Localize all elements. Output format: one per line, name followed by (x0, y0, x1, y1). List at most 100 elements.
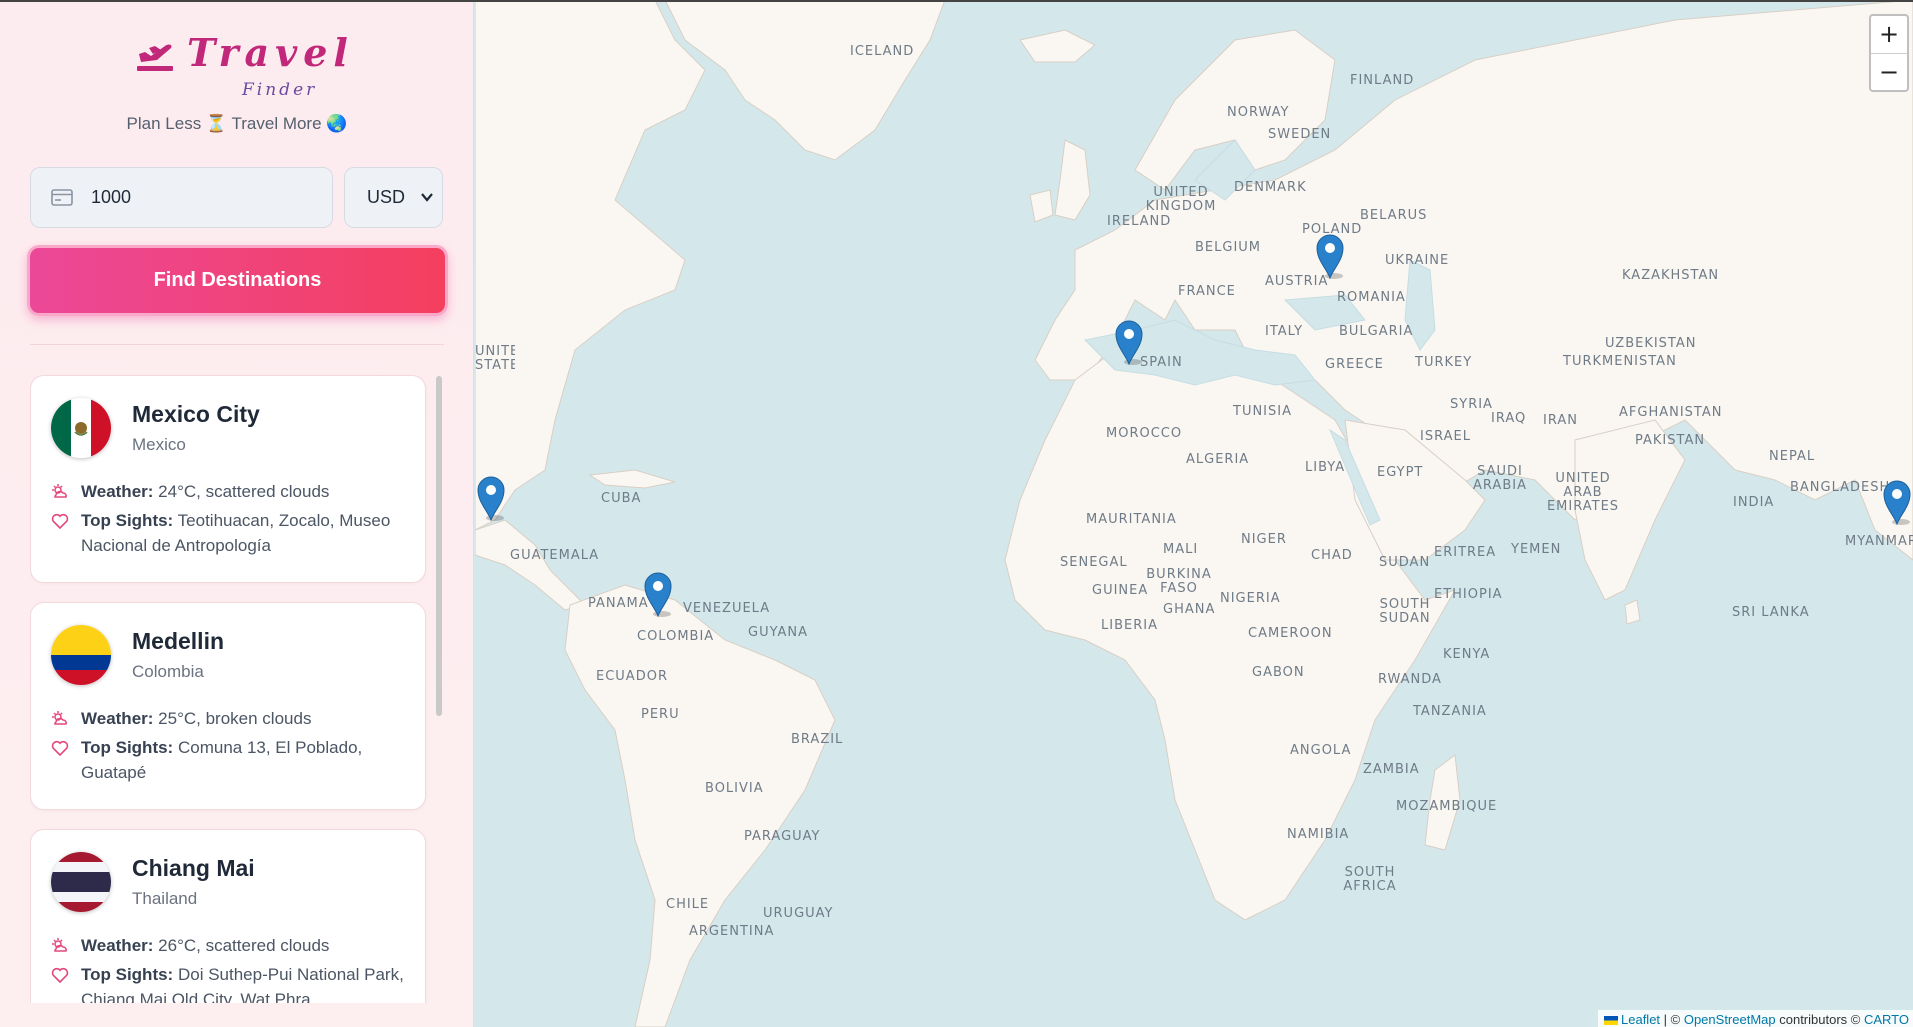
weather-icon (52, 711, 67, 725)
logo-title: Travel (187, 30, 354, 75)
carto-link[interactable]: CARTO (1864, 1012, 1909, 1027)
map-label-united-states: UNITED STATES (475, 345, 515, 373)
sights-row: Top Sights: Doi Suthep-Pui National Park… (51, 962, 411, 1003)
currency-select[interactable]: USD (344, 167, 443, 228)
map-label-bolivia: BOLIVIA (705, 781, 764, 796)
destination-list[interactable]: Mexico City Mexico Weather: 24°C, scatte… (30, 375, 428, 1003)
weather-icon (52, 484, 67, 498)
destination-card-chiang-mai[interactable]: Chiang Mai Thailand Weather: 26°C, scatt… (30, 829, 426, 1003)
map-tiles (475, 0, 1913, 1027)
landmass-sri-lanka (1624, 599, 1641, 625)
flag-colombia-icon (51, 625, 111, 685)
map-label-greece: GREECE (1325, 357, 1384, 372)
map-label-mali: MALI (1163, 542, 1199, 557)
budget-amount-input[interactable] (91, 168, 321, 227)
destination-list-scrollbar[interactable] (436, 376, 442, 716)
weather-row: Weather: 26°C, scattered clouds (51, 933, 411, 958)
map-label-iran: IRAN (1543, 413, 1578, 428)
leaflet-link[interactable]: Leaflet (1621, 1012, 1660, 1027)
weather-label: Weather: (81, 482, 154, 501)
map-label-egypt: EGYPT (1377, 465, 1424, 480)
flag-mexico-icon (51, 398, 111, 458)
map-label-algeria: ALGERIA (1186, 452, 1250, 467)
landmass-ireland (1029, 189, 1054, 223)
map-label-norway: NORWAY (1227, 105, 1290, 120)
map-label-guatemala: GUATEMALA (510, 548, 600, 563)
divider (30, 344, 444, 345)
map-label-denmark: DENMARK (1234, 180, 1307, 195)
logo-subtitle: Finder (242, 80, 318, 100)
map-label-bulgaria: BULGARIA (1339, 324, 1414, 339)
destination-country: Thailand (132, 889, 198, 908)
map-label-nigeria: NIGERIA (1220, 591, 1281, 606)
map-label-belgium: BELGIUM (1195, 240, 1262, 255)
destination-city: Mexico City (132, 401, 260, 427)
map-label-turkmenistan: TURKMENISTAN (1563, 354, 1677, 369)
map-label-uzbekistan: UZBEKISTAN (1605, 336, 1697, 351)
landmass-iceland (1019, 29, 1096, 63)
weather-label: Weather: (81, 709, 154, 728)
budget-amount-field[interactable] (30, 167, 333, 228)
map-label-nepal: NEPAL (1769, 449, 1816, 464)
map-marker-lisbon-icon[interactable] (1113, 318, 1145, 366)
landmass-uk (1054, 139, 1091, 221)
map-marker-chiang-mai-icon[interactable] (1881, 478, 1913, 526)
map-label-romania: ROMANIA (1337, 290, 1406, 305)
map-marker-krakow-icon[interactable] (1314, 232, 1346, 280)
heart-icon (51, 967, 69, 984)
window-top-border (0, 0, 1913, 2)
map-label-uruguay: URUGUAY (763, 906, 834, 921)
sights-row: Top Sights: Teotihuacan, Zocalo, Museo N… (51, 508, 411, 558)
heart-icon (51, 513, 69, 530)
chevron-down-icon (421, 193, 433, 202)
map-label-cameroon: CAMEROON (1248, 626, 1333, 641)
zoom-out-button[interactable]: − (1871, 54, 1907, 91)
zoom-controls: + − (1869, 14, 1909, 92)
map-label-rwanda: RWANDA (1378, 672, 1442, 687)
map-label-liberia: LIBERIA (1101, 618, 1158, 633)
zoom-in-button[interactable]: + (1871, 16, 1907, 54)
map-label-argentina: ARGENTINA (689, 924, 775, 939)
map-label-sweden: SWEDEN (1268, 127, 1332, 142)
map-label-south-sudan: SOUTH SUDAN (1379, 597, 1431, 626)
map-label-tunisia: TUNISIA (1233, 404, 1292, 419)
destination-card-medellin[interactable]: Medellin Colombia Weather: 25°C, broken … (30, 602, 426, 810)
openstreetmap-link[interactable]: OpenStreetMap (1684, 1012, 1776, 1027)
map-label-iraq: IRAQ (1491, 411, 1527, 426)
app-logo: Travel Finder (135, 30, 355, 105)
sights-label: Top Sights: (81, 965, 174, 984)
map-label-mauritania: MAURITANIA (1086, 512, 1177, 527)
map-label-cuba: CUBA (601, 491, 642, 506)
map-label-chad: CHAD (1311, 548, 1353, 563)
weather-value: 25°C, broken clouds (158, 709, 312, 728)
world-map[interactable]: ICELAND FINLAND NORWAY SWEDEN DENMARK UN… (475, 0, 1913, 1027)
find-destinations-button[interactable]: Find Destinations (27, 245, 448, 316)
landmass-central-america (475, 519, 586, 611)
map-label-ghana: GHANA (1163, 602, 1216, 617)
map-marker-medellin-icon[interactable] (642, 570, 674, 618)
sights-label: Top Sights: (81, 511, 174, 530)
map-label-south-africa: SOUTH AFRICA (1343, 865, 1397, 894)
map-label-israel: ISRAEL (1420, 429, 1471, 444)
attribution-contributors: contributors © (1775, 1012, 1864, 1027)
map-label-brazil: BRAZIL (791, 732, 844, 747)
landmass-cuba (588, 469, 676, 489)
map-label-uae: UNITED ARAB EMIRATES (1546, 471, 1620, 514)
destination-card-mexico-city[interactable]: Mexico City Mexico Weather: 24°C, scatte… (30, 375, 426, 583)
destination-country: Colombia (132, 662, 204, 681)
weather-label: Weather: (81, 936, 154, 955)
map-label-belarus: BELARUS (1360, 208, 1428, 223)
map-label-italy: ITALY (1265, 324, 1304, 339)
credit-card-icon (51, 189, 73, 206)
map-label-myanmar: MYANMAR (1845, 534, 1913, 549)
map-label-niger: NIGER (1241, 532, 1287, 547)
attribution-separator: | © (1660, 1012, 1684, 1027)
map-marker-mexico-city-icon[interactable] (475, 474, 507, 522)
map-label-sudan: SUDAN (1379, 555, 1431, 570)
flag-thailand-icon (51, 852, 111, 912)
map-label-finland: FINLAND (1350, 73, 1415, 88)
weather-value: 26°C, scattered clouds (158, 936, 330, 955)
tagline: Plan Less ⏳ Travel More 🌏 (126, 114, 348, 133)
map-label-iceland: ICELAND (850, 44, 915, 59)
map-label-gabon: GABON (1252, 665, 1305, 680)
